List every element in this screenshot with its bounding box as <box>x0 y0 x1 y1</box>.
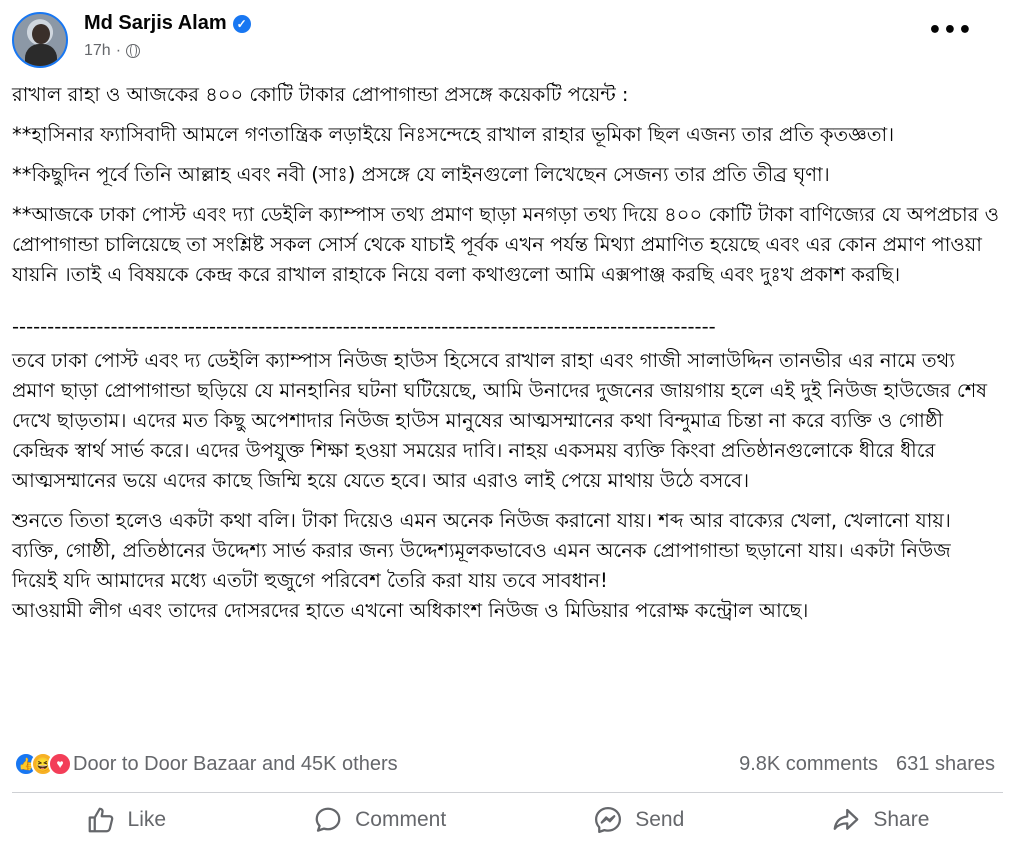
avatar-body <box>25 44 57 66</box>
text-divider: ----------------------------------------… <box>12 315 716 338</box>
post-meta: 17h · <box>84 42 141 60</box>
post-content: রাখাল রাহা ও আজকের ৪০০ কোটি টাকার প্রোপা… <box>12 80 1002 636</box>
like-button[interactable]: Like <box>76 801 177 839</box>
share-button[interactable]: Share <box>821 801 939 839</box>
post-actions: Like Comment Send Share <box>12 798 1003 842</box>
more-options-button[interactable]: ••• <box>928 18 973 43</box>
share-label: Share <box>873 808 930 831</box>
post-paragraph: **হাসিনার ফ্যাসিবাদী আমলে গণতান্ত্রিক লড… <box>12 123 895 146</box>
verified-badge-icon: ✓ <box>232 14 251 33</box>
author-name[interactable]: Md Sarjis Alam <box>84 12 227 35</box>
shares-count[interactable]: 631 shares <box>896 753 995 776</box>
comment-label: Comment <box>355 808 447 831</box>
love-reaction-icon: ♥ <box>48 752 72 776</box>
comment-bubble-icon <box>315 807 341 832</box>
meta-separator: · <box>115 42 122 59</box>
divider-line <box>12 792 1003 793</box>
author-name-row: Md Sarjis Alam ✓ <box>84 12 251 35</box>
post-paragraph: **কিছুদিন পূর্বে তিনি আল্লাহ এবং নবী (সা… <box>12 163 830 186</box>
send-button[interactable]: Send <box>583 801 694 839</box>
post-paragraph: **আজকে ঢাকা পোস্ট এবং দ্যা ডেইলি ক্যাম্প… <box>12 203 1006 286</box>
reaction-icons[interactable]: 👍 😆 ♥ <box>14 752 72 776</box>
post-paragraph: তবে ঢাকা পোস্ট এবং দ্য ডেইলি ক্যাম্পাস ন… <box>12 349 994 492</box>
comments-count[interactable]: 9.8K comments <box>739 753 878 776</box>
post-paragraph: আওয়ামী লীগ এবং তাদের দোসরদের হাতে এখনো … <box>12 599 809 622</box>
thumbs-up-icon <box>88 807 113 833</box>
reactions-bar: 👍 😆 ♥ Door to Door Bazaar and 45K others… <box>14 748 995 780</box>
reactions-summary[interactable]: 👍 😆 ♥ Door to Door Bazaar and 45K others <box>14 752 398 776</box>
avatar[interactable] <box>12 12 68 68</box>
globe-icon[interactable] <box>126 44 141 58</box>
engagement-counts: 9.8K comments 631 shares <box>739 753 995 776</box>
comment-button[interactable]: Comment <box>303 801 456 839</box>
post-paragraph: শুনতে তিতা হলেও একটা কথা বলি। টাকা দিয়ে… <box>12 509 958 592</box>
post-header: Md Sarjis Alam ✓ 17h · ••• <box>12 10 1003 68</box>
share-arrow-icon <box>834 808 859 830</box>
like-label: Like <box>127 808 167 831</box>
messenger-icon <box>595 807 622 833</box>
avatar-head <box>32 24 50 44</box>
post-paragraph: রাখাল রাহা ও আজকের ৪০০ কোটি টাকার প্রোপা… <box>12 83 629 106</box>
send-label: Send <box>635 808 685 831</box>
post-time[interactable]: 17h <box>84 42 111 60</box>
reactions-count[interactable]: Door to Door Bazaar and 45K others <box>73 753 398 776</box>
